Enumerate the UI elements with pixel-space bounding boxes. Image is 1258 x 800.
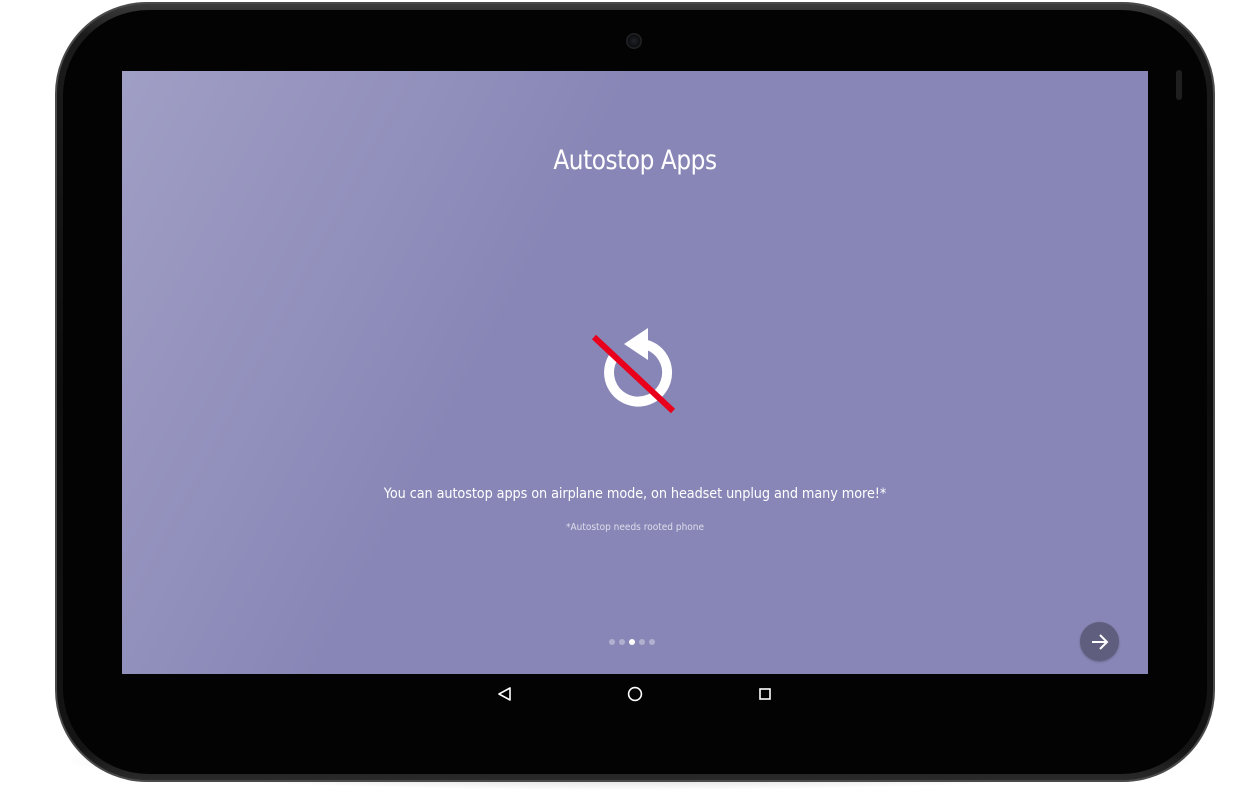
autostop-disabled-icon — [588, 325, 684, 421]
feature-description: You can autostop apps on airplane mode, … — [383, 486, 887, 502]
back-triangle-icon — [498, 687, 511, 701]
next-button[interactable] — [1080, 622, 1119, 661]
recents-square-icon — [759, 688, 771, 700]
system-navigation-bar — [122, 674, 1148, 714]
back-button[interactable] — [490, 680, 520, 708]
page-dot-5[interactable] — [649, 639, 655, 645]
front-camera — [626, 33, 642, 49]
page-dot-4[interactable] — [639, 639, 645, 645]
page-dot-3-active[interactable] — [629, 639, 635, 645]
home-circle-icon — [627, 686, 643, 702]
page-dot-1[interactable] — [609, 639, 615, 645]
page-title: Autostop Apps — [553, 145, 717, 176]
side-button — [1176, 70, 1182, 100]
arrow-right-icon — [1091, 633, 1108, 650]
onboarding-screen: Autostop Apps You can autostop apps on a… — [122, 71, 1148, 674]
page-indicator — [609, 638, 655, 646]
root-requirement-note: *Autostop needs rooted phone — [565, 522, 705, 533]
recents-button[interactable] — [750, 680, 780, 708]
page-dot-2[interactable] — [619, 639, 625, 645]
home-button[interactable] — [620, 680, 650, 708]
